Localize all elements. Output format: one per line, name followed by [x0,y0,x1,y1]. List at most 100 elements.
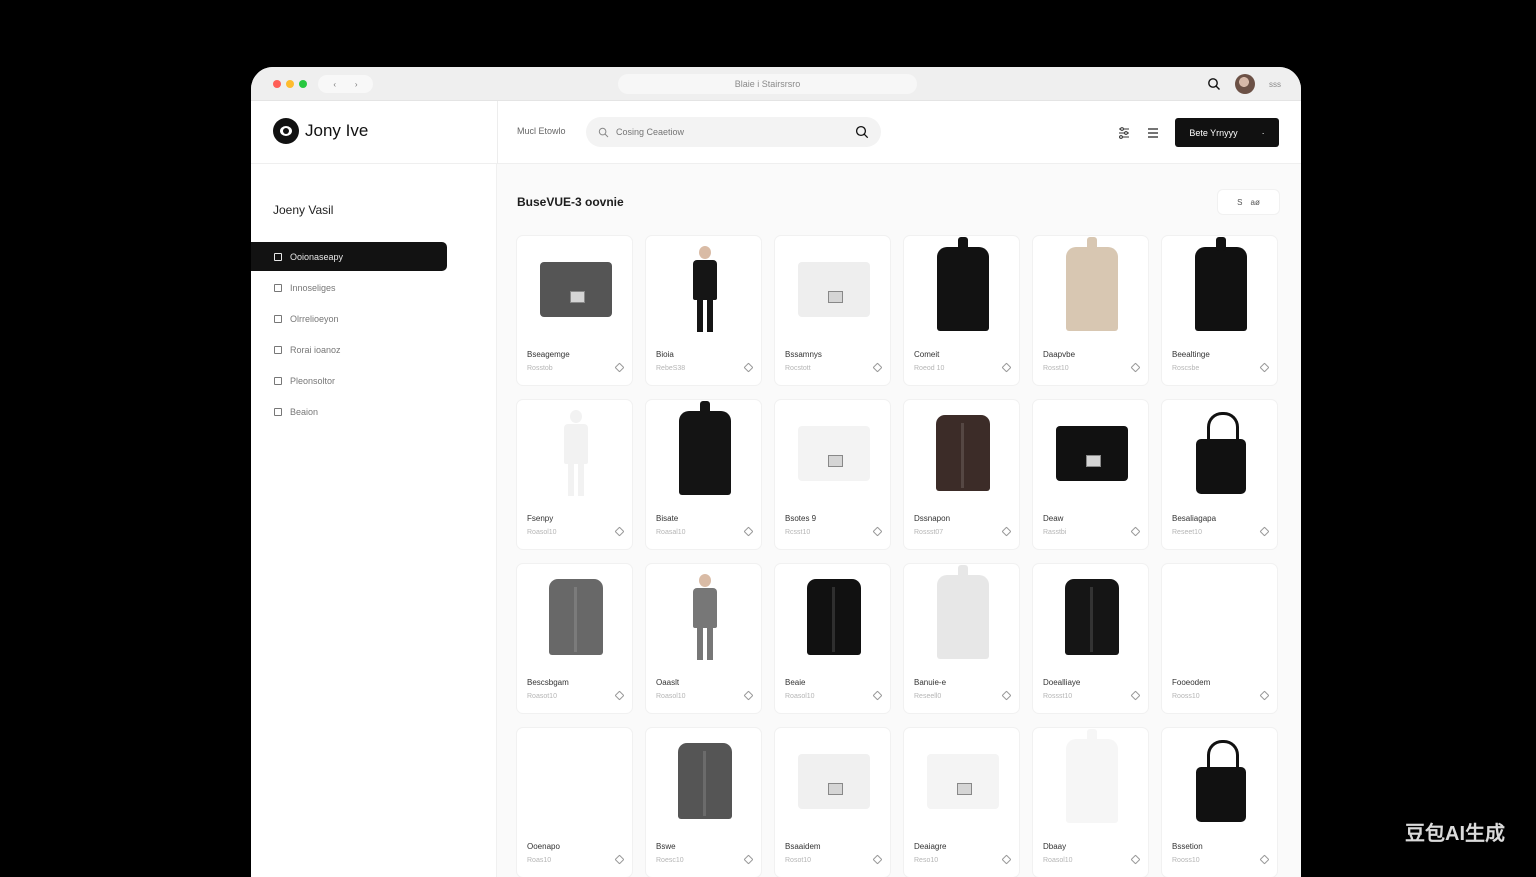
tag-icon[interactable] [1259,362,1270,373]
product-card[interactable]: Bisate Roasal10 [645,399,762,550]
primary-action-button[interactable]: Bete Yrnyyy · [1175,118,1279,147]
product-image[interactable] [775,564,890,670]
close-window-dot[interactable] [273,80,281,88]
product-image[interactable] [646,236,761,342]
zoom-window-dot[interactable] [299,80,307,88]
product-image[interactable] [1033,728,1148,834]
product-card[interactable]: Doealliaye Rossst10 [1032,563,1149,714]
product-card[interactable]: Deaw Rasstbi [1032,399,1149,550]
window-controls[interactable] [273,80,307,88]
tag-icon[interactable] [872,690,883,701]
primary-action-label: Bete Yrnyyy [1189,127,1238,138]
tag-icon[interactable] [743,854,754,865]
back-icon[interactable]: ‹ [333,80,336,89]
tag-icon[interactable] [1259,690,1270,701]
sidebar-item-olrrelioeyon[interactable]: Olrrelioeyon [251,304,447,333]
product-card[interactable]: Bssetion Rooss10 [1161,727,1278,877]
search-input[interactable] [616,127,848,137]
product-image[interactable] [1033,564,1148,670]
product-card[interactable]: Dbaay Roasol10 [1032,727,1149,877]
filter-button[interactable]: Saø [1217,189,1280,215]
product-image[interactable] [646,564,761,670]
search-icon[interactable] [1207,77,1221,91]
product-card[interactable]: Fsenpy Roasol10 [516,399,633,550]
sidebar-item-beaion[interactable]: Beaion [251,397,447,426]
model-legs [696,299,713,332]
product-card[interactable]: Bescsbgam Roasot10 [516,563,633,714]
product-image[interactable] [904,400,1019,506]
sidebar-item-label: Pleonsoltor [290,375,336,386]
product-card[interactable]: Besaliagapa Reseet10 [1161,399,1278,550]
tag-icon[interactable] [743,690,754,701]
product-image[interactable] [904,564,1019,670]
product-card[interactable]: Bseagemge Rosstob [516,235,633,386]
sidebar-item-ooionaseapy[interactable]: Ooionaseapy [251,242,447,271]
product-card[interactable]: Bsaaidem Rosot10 [774,727,891,877]
product-image[interactable] [517,564,632,670]
product-card[interactable]: Banuie-e Reseell0 [903,563,1020,714]
tag-icon[interactable] [743,362,754,373]
product-card[interactable]: Deaiagre Reso10 [903,727,1020,877]
minimize-window-dot[interactable] [286,80,294,88]
product-image[interactable] [646,728,761,834]
tag-icon[interactable] [1130,690,1141,701]
product-image[interactable] [517,236,632,342]
tag-icon[interactable] [1259,526,1270,537]
tag-icon[interactable] [1130,526,1141,537]
tag-icon[interactable] [1130,854,1141,865]
tag-icon[interactable] [1259,854,1270,865]
tag-icon[interactable] [614,526,625,537]
tag-icon[interactable] [872,362,883,373]
tag-icon[interactable] [1130,362,1141,373]
product-image[interactable] [775,728,890,834]
tag-icon[interactable] [1001,690,1012,701]
tag-icon[interactable] [743,526,754,537]
browser-navigation[interactable]: ‹ › [318,75,373,93]
forward-icon[interactable]: › [355,80,358,89]
product-card[interactable]: Bioia RebeS38 [645,235,762,386]
tag-icon[interactable] [614,690,625,701]
tag-icon[interactable] [872,854,883,865]
product-image[interactable] [775,236,890,342]
product-image[interactable] [904,728,1019,834]
product-meta: RebeS38 [656,365,686,372]
product-card[interactable]: Bsotes 9 Rcsst10 [774,399,891,550]
product-image[interactable] [517,400,632,506]
more-icon[interactable]: sss [1269,80,1281,89]
tag-icon[interactable] [614,854,625,865]
product-card[interactable]: Daapvbe Rosst10 [1032,235,1149,386]
product-card[interactable]: Bssamnys Rocstott [774,235,891,386]
menu-icon[interactable] [1146,126,1160,140]
product-search[interactable] [586,117,881,147]
product-card[interactable]: Fooeodem Rooss10 [1161,563,1278,714]
sidebar-item-pleonsoltor[interactable]: Pleonsoltor [251,366,447,395]
product-image[interactable] [904,236,1019,342]
product-image[interactable] [775,400,890,506]
product-image[interactable] [1033,400,1148,506]
product-card[interactable]: Oaaslt Roasol10 [645,563,762,714]
address-bar[interactable]: Blaie i Stairsrsro [618,74,917,94]
tag-icon[interactable] [1001,526,1012,537]
product-image[interactable] [1162,728,1277,834]
product-card[interactable]: Ooenapo Roas10 [516,727,633,877]
product-card[interactable]: Comeit Roeod 10 [903,235,1020,386]
tag-icon[interactable] [1001,854,1012,865]
product-image[interactable] [1162,236,1277,342]
product-image[interactable] [1162,400,1277,506]
brand-logo[interactable]: Jony Ive [273,118,368,144]
tag-icon[interactable] [872,526,883,537]
product-card[interactable]: Beaie Roasol10 [774,563,891,714]
tag-icon[interactable] [1001,362,1012,373]
sidebar-item-innoseliges[interactable]: Innoseliges [251,273,447,302]
product-card[interactable]: Beealtinge Roscsbe [1161,235,1278,386]
profile-avatar[interactable] [1235,74,1255,94]
filter-sliders-icon[interactable] [1117,126,1131,140]
model-head [569,410,582,423]
product-card[interactable]: Bswe Roesc10 [645,727,762,877]
product-image[interactable] [1033,236,1148,342]
tag-icon[interactable] [614,362,625,373]
product-card[interactable]: Dssnapon Rossst07 [903,399,1020,550]
product-image[interactable] [646,400,761,506]
sidebar-item-rorai-ioanoz[interactable]: Rorai ioanoz [251,335,447,364]
search-submit-icon[interactable] [855,125,869,139]
